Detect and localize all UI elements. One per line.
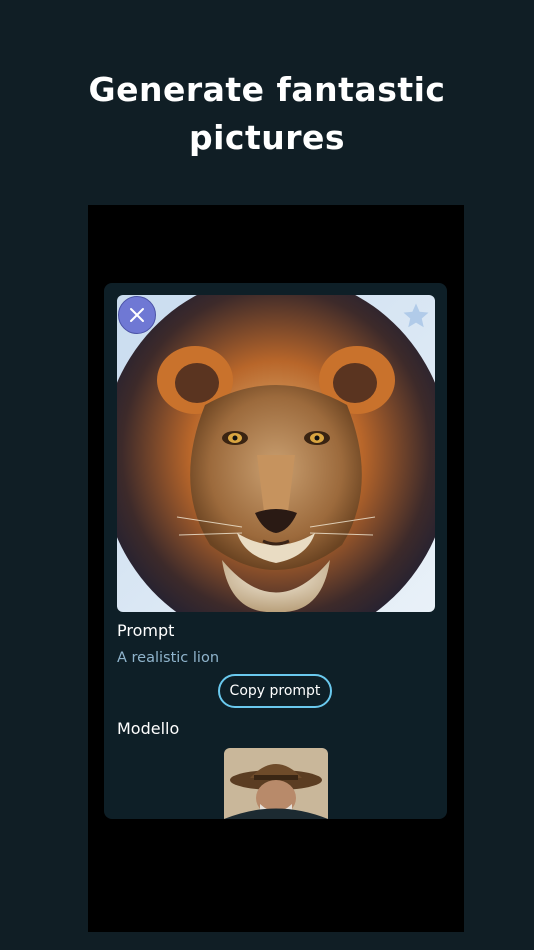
page-headline: Generate fantastic pictures: [0, 66, 534, 162]
headline-line-1: Generate fantastic: [88, 70, 446, 109]
favorite-button[interactable]: [401, 301, 431, 331]
headline-line-2: pictures: [188, 118, 346, 157]
prompt-label: Prompt: [117, 621, 175, 640]
close-button[interactable]: [118, 296, 156, 334]
phone-screen: Prompt A realistic lion Copy prompt Mode…: [88, 205, 464, 932]
copy-prompt-button[interactable]: Copy prompt: [218, 674, 332, 708]
star-icon: [403, 303, 429, 328]
prompt-text: A realistic lion: [117, 650, 220, 666]
model-label: Modello: [117, 719, 180, 738]
image-detail-card: Prompt A realistic lion Copy prompt Mode…: [104, 283, 447, 819]
generated-image: [117, 295, 435, 612]
lion-image: [117, 295, 435, 612]
model-portrait-image: [224, 748, 328, 819]
close-icon: [130, 308, 144, 322]
model-thumbnail[interactable]: [224, 748, 328, 819]
